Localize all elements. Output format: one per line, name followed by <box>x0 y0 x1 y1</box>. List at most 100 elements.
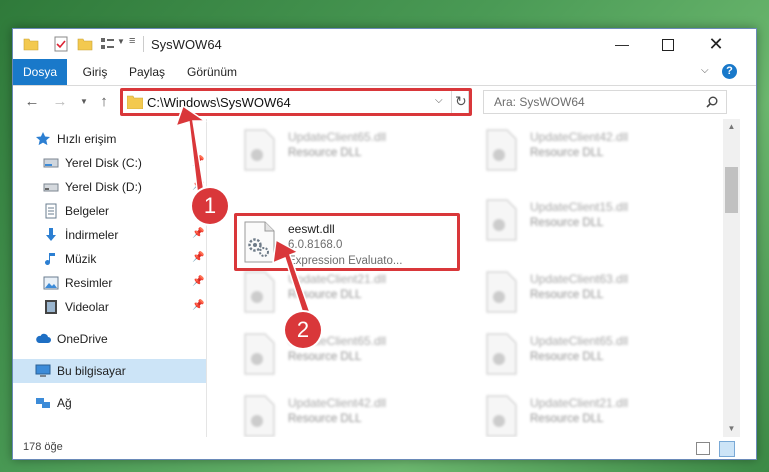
file-name: UpdateClient65.dll <box>288 130 387 144</box>
computer-icon <box>35 364 51 377</box>
sidebar-item-label: Hızlı erişim <box>57 132 117 146</box>
file-type: Resource DLL <box>288 147 362 159</box>
drive-icon <box>43 158 59 168</box>
navigation-pane: Hızlı erişim Yerel Disk (C:) 📌 Yerel Dis… <box>13 119 206 437</box>
documents-icon <box>45 203 57 219</box>
dll-file-icon <box>244 271 275 313</box>
new-folder-icon[interactable] <box>77 36 93 52</box>
pin-icon[interactable]: 📌 <box>192 300 204 311</box>
step-badge-1: 1 <box>192 188 228 224</box>
up-button[interactable]: ↑ <box>95 93 113 111</box>
maximize-button[interactable] <box>645 29 691 59</box>
sidebar-item-documents[interactable]: Belgeler 📌 <box>13 199 206 223</box>
file-list: UpdateClient65.dll Resource DLL UpdateCl… <box>208 119 723 437</box>
chevron-down-icon: ▼ <box>80 97 88 106</box>
file-name: UpdateClient21.dll <box>530 396 629 410</box>
file-name: UpdateClient42.dll <box>288 396 387 410</box>
customize-toolbar-icon[interactable]: ≡ <box>129 35 135 51</box>
tab-file[interactable]: Dosya <box>13 59 67 85</box>
expand-ribbon-icon[interactable]: ⌵ <box>701 65 709 76</box>
dll-file-icon <box>244 333 275 375</box>
sidebar-item-downloads[interactable]: İndirmeler 📌 <box>13 223 206 247</box>
sidebar-item-music[interactable]: Müzik 📌 <box>13 247 206 271</box>
forward-arrow-icon: → <box>52 93 68 110</box>
navigation-bar: ← → ▼ ↑ C:\Windows\SysWOW64 ⌵ ↻ Ara: Sys… <box>13 86 756 118</box>
dll-file-icon <box>244 129 275 171</box>
recent-locations-button[interactable]: ▼ <box>75 93 93 111</box>
file-item[interactable]: UpdateClient42.dll Resource DLL <box>484 127 684 177</box>
pin-icon[interactable]: 📌 <box>192 276 204 287</box>
file-type: Resource DLL <box>530 217 604 229</box>
file-highlight-box <box>234 213 460 271</box>
file-item[interactable]: UpdateClient21.dll Resource DLL <box>484 393 684 437</box>
file-type: Resource DLL <box>530 413 604 425</box>
forward-button[interactable]: → <box>51 93 69 111</box>
file-name: UpdateClient63.dll <box>530 272 629 286</box>
star-icon <box>36 132 50 146</box>
properties-icon[interactable] <box>53 36 69 52</box>
pictures-icon <box>43 276 59 290</box>
sidebar-item-quick-access[interactable]: Hızlı erişim <box>13 127 206 151</box>
pin-icon[interactable]: 📌 <box>192 156 204 167</box>
pane-divider <box>206 119 207 437</box>
view-options-icon[interactable] <box>99 36 115 52</box>
file-item[interactable]: UpdateClient65.dll Resource DLL <box>242 127 442 177</box>
tab-home[interactable]: Giriş <box>73 59 117 85</box>
tab-share[interactable]: Paylaş <box>121 59 173 85</box>
scroll-up-icon[interactable]: ▲ <box>723 119 740 135</box>
qa-dropdown-icon[interactable]: ▼ <box>117 37 125 53</box>
sidebar-item-local-disk-d[interactable]: Yerel Disk (D:) 📌 <box>13 175 206 199</box>
file-item[interactable]: UpdateClient65.dll Resource DLL <box>242 331 442 381</box>
file-item[interactable]: UpdateClient65.dll Resource DLL <box>484 331 684 381</box>
sidebar-item-videos[interactable]: Videolar 📌 <box>13 295 206 319</box>
dll-file-icon <box>486 333 517 375</box>
sidebar-item-network[interactable]: Ağ <box>13 391 206 415</box>
sidebar-item-local-disk-c[interactable]: Yerel Disk (C:) 📌 <box>13 151 206 175</box>
file-type: Resource DLL <box>530 147 604 159</box>
pin-icon[interactable]: 📌 <box>192 252 204 263</box>
file-item[interactable]: UpdateClient63.dll Resource DLL <box>484 269 684 319</box>
item-count: 178 öğe <box>23 441 63 453</box>
sidebar-item-label: Resimler <box>65 276 113 290</box>
dll-file-icon <box>486 129 517 171</box>
scroll-down-icon[interactable]: ▼ <box>723 421 740 437</box>
video-icon <box>45 300 57 314</box>
sidebar-item-label: Müzik <box>65 252 97 266</box>
sidebar-item-label: Videolar <box>65 300 109 314</box>
vertical-scrollbar[interactable]: ▲ ▼ <box>723 119 740 437</box>
file-item[interactable]: UpdateClient21.dll Resource DLL <box>242 269 442 319</box>
step-badge-2: 2 <box>285 312 321 348</box>
dll-file-icon <box>244 395 275 437</box>
close-icon: ✕ <box>708 34 724 54</box>
file-type: Resource DLL <box>288 413 362 425</box>
file-item[interactable]: UpdateClient42.dll Resource DLL <box>242 393 442 437</box>
back-button[interactable]: ← <box>23 93 41 111</box>
download-icon <box>46 228 56 241</box>
pin-icon[interactable]: 📌 <box>192 228 204 239</box>
close-button[interactable]: ✕ <box>693 29 739 59</box>
search-box[interactable]: Ara: SysWOW64 <box>483 90 727 114</box>
tab-view[interactable]: Görünüm <box>181 59 243 85</box>
dll-file-icon <box>486 199 517 241</box>
sidebar-item-pictures[interactable]: Resimler 📌 <box>13 271 206 295</box>
separator <box>143 36 144 52</box>
search-icon <box>706 96 718 108</box>
sidebar-item-label: OneDrive <box>57 332 108 346</box>
status-bar: 178 öğe <box>13 437 756 459</box>
help-icon[interactable]: ? <box>722 64 737 79</box>
up-arrow-icon: ↑ <box>100 93 108 110</box>
file-type: Resource DLL <box>530 289 604 301</box>
tiles-view-icon[interactable] <box>719 441 735 457</box>
file-name: UpdateClient42.dll <box>530 130 629 144</box>
ribbon-tabs: Dosya Giriş Paylaş Görünüm ⌵ ? <box>13 59 756 86</box>
sidebar-item-this-pc[interactable]: Bu bilgisayar <box>13 359 206 383</box>
sidebar-item-onedrive[interactable]: OneDrive <box>13 327 206 351</box>
minimize-button[interactable]: — <box>599 29 645 59</box>
scroll-thumb[interactable] <box>725 167 738 213</box>
sidebar-item-label: Ağ <box>57 396 72 410</box>
folder-icon <box>23 38 39 51</box>
details-view-icon[interactable] <box>696 442 710 455</box>
file-item[interactable]: UpdateClient15.dll Resource DLL <box>484 197 684 247</box>
title-bar: ▼ ≡ SysWOW64 — ✕ <box>13 29 756 59</box>
minimize-icon: — <box>615 36 629 52</box>
